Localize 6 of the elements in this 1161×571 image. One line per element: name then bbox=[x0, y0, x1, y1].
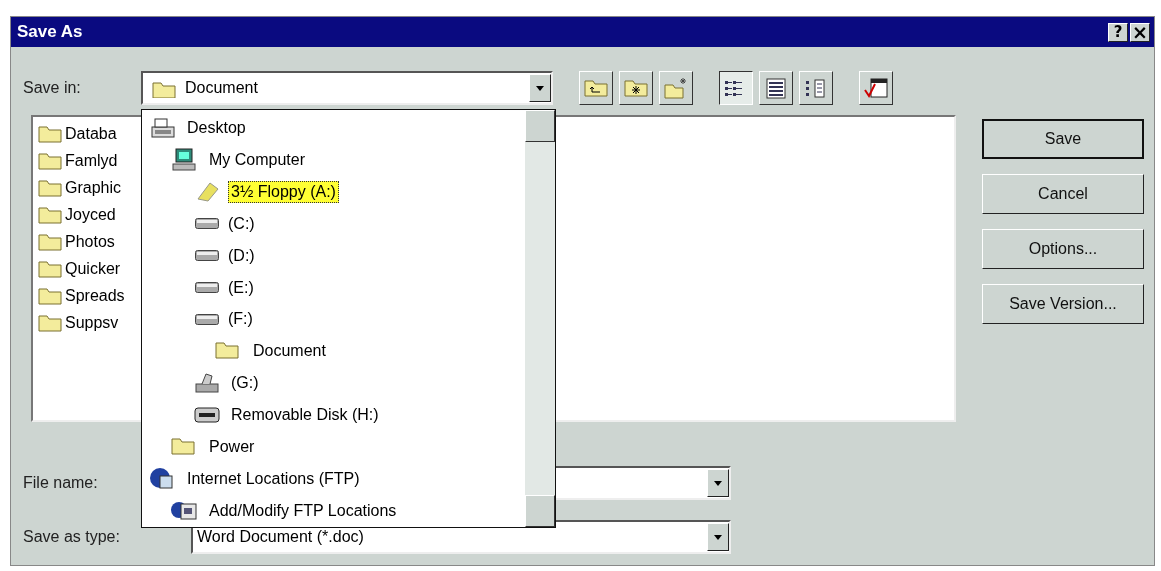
window-title: Save As bbox=[17, 22, 84, 42]
field-label: File name: bbox=[23, 474, 99, 492]
dropdown-value: Document bbox=[184, 79, 259, 97]
field-label: Save as type: bbox=[23, 528, 121, 546]
field-value: Word Document (*.doc) bbox=[196, 528, 364, 546]
field-label: Save in: bbox=[23, 79, 82, 97]
